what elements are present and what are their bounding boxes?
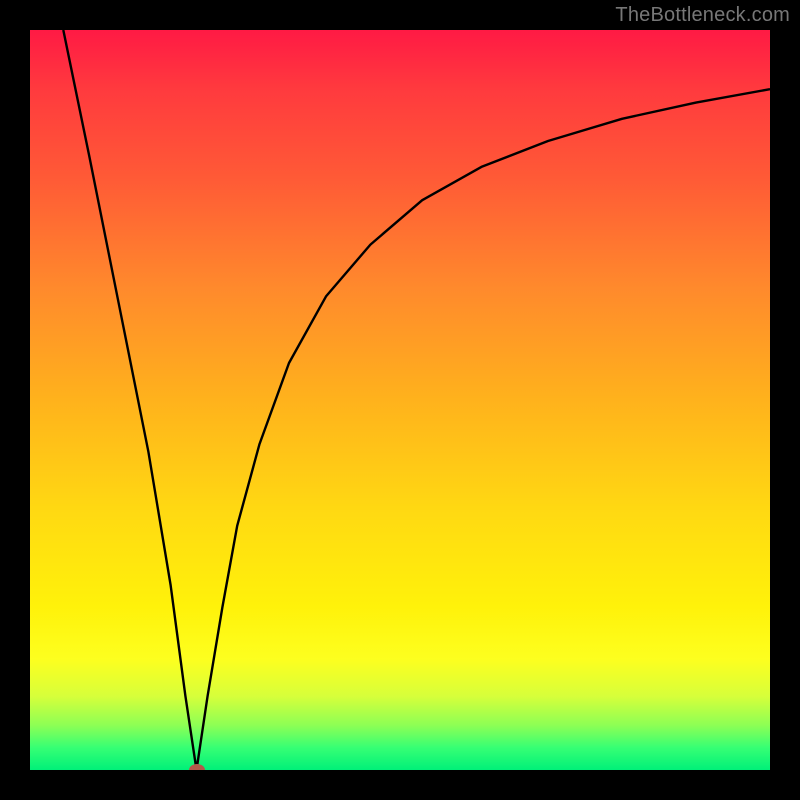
plot-area [30,30,770,770]
optimal-marker [189,764,205,770]
bottleneck-curve [30,30,770,770]
chart-frame: TheBottleneck.com [0,0,800,800]
watermark-text: TheBottleneck.com [615,4,790,27]
curve-segment-right [197,89,771,770]
curve-segment-left [63,30,196,770]
